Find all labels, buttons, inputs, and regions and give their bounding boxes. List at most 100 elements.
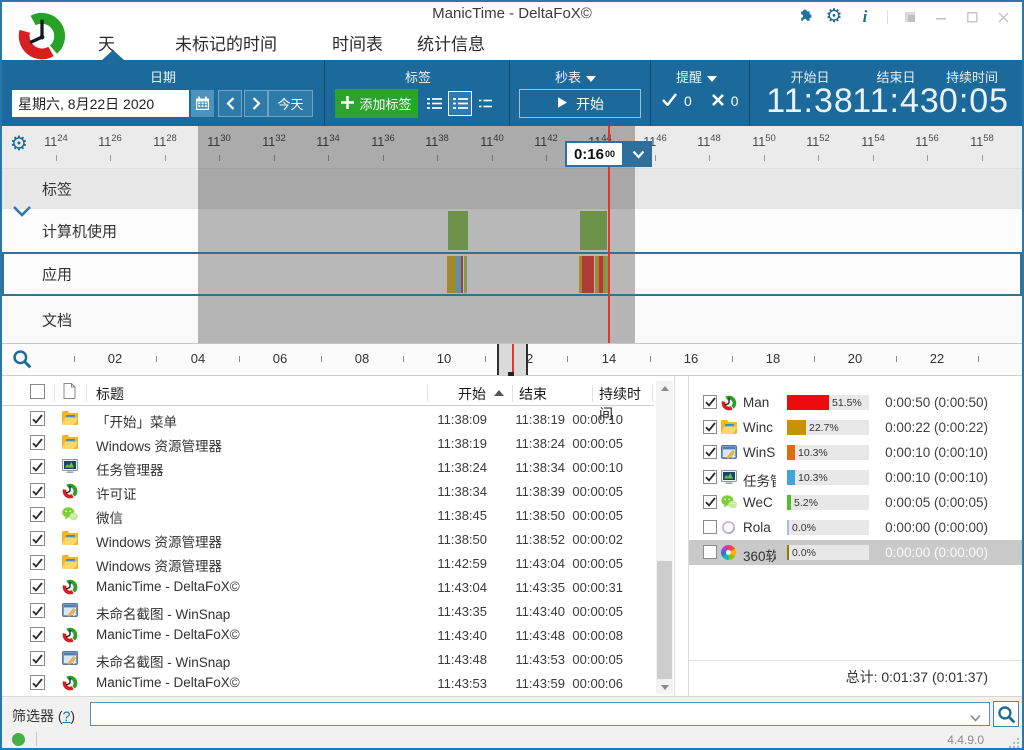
table-row[interactable]: 未命名截图 - WinSnap11:43:3511:43:4000:00:05 [2, 599, 654, 623]
row-checkbox[interactable] [30, 483, 45, 498]
column-header-start[interactable]: 开始 [458, 384, 486, 404]
stopwatch-start-button[interactable]: 开始 [519, 89, 641, 118]
add-tag-button[interactable]: 添加标签 [335, 89, 418, 118]
app-checkbox[interactable] [703, 545, 717, 559]
table-scrollbar[interactable] [656, 381, 673, 694]
tags-expander-chevron-icon[interactable] [12, 204, 32, 222]
row-checkbox[interactable] [30, 459, 45, 474]
app-checkbox[interactable] [703, 495, 717, 509]
tab-untagged-time[interactable]: 未标记的时间 [175, 30, 277, 55]
settings-gear-icon[interactable]: ⚙ [823, 8, 845, 26]
view-compact-button[interactable] [475, 91, 495, 116]
app-stat-row[interactable]: WeC5.2%0:00:05 (0:00:05) [689, 490, 1022, 515]
app-checkbox[interactable] [703, 520, 717, 534]
app-duration: 0:00:22 (0:00:22) [885, 420, 988, 435]
app-stat-row[interactable]: WinS10.3%0:00:10 (0:00:10) [689, 440, 1022, 465]
table-row[interactable]: 未命名截图 - WinSnap11:43:4811:43:5300:00:05 [2, 647, 654, 671]
table-row[interactable]: Windows 资源管理器11:42:5911:43:0400:00:05 [2, 551, 654, 575]
info-icon[interactable]: i [854, 8, 876, 26]
app-stat-row[interactable]: 360软0.0%0:00:00 (0:00:00) [689, 540, 1022, 565]
table-row[interactable]: Windows 资源管理器11:38:5011:38:5200:00:02 [2, 527, 654, 551]
table-row[interactable]: ManicTime - DeltaFoX©11:43:0411:43:3500:… [2, 575, 654, 599]
wechat-icon [62, 507, 79, 523]
resize-grip[interactable] [1008, 735, 1020, 747]
scrollbar-down-arrow[interactable] [656, 680, 673, 694]
status-bar: 4.4.9.0 [2, 730, 1022, 748]
computer-usage-bar[interactable] [580, 211, 607, 250]
row-checkbox[interactable] [30, 555, 45, 570]
column-header-end[interactable]: 结束 [519, 384, 547, 404]
row-checkbox[interactable] [30, 627, 45, 642]
table-row[interactable]: 任务管理器11:38:2411:38:3400:00:10 [2, 455, 654, 479]
date-input[interactable] [12, 90, 189, 117]
table-row[interactable]: ManicTime - DeltaFoX©11:43:5311:43:5900:… [2, 671, 654, 695]
row-end-time: 11:43:59 [515, 676, 565, 691]
row-checkbox[interactable] [30, 651, 45, 666]
compact-mode-button[interactable] [899, 8, 921, 26]
filter-input[interactable] [90, 702, 990, 726]
table-row[interactable]: ManicTime - DeltaFoX©11:43:4011:43:4800:… [2, 623, 654, 647]
check-icon[interactable] [662, 93, 677, 109]
filter-dropdown-chevron-icon[interactable] [970, 709, 981, 727]
row-checkbox[interactable] [30, 675, 45, 690]
day-duration-value: 0:05 [939, 82, 1009, 121]
today-button[interactable]: 今天 [268, 90, 313, 117]
app-stat-row[interactable]: Man51.5%0:00:50 (0:00:50) [689, 390, 1022, 415]
app-percent-bar: 10.3% [787, 470, 869, 485]
tooltip-dropdown-button[interactable] [624, 141, 652, 167]
app-stat-row[interactable]: Winc22.7%0:00:22 (0:00:22) [689, 415, 1022, 440]
select-all-checkbox[interactable] [30, 384, 45, 399]
app-checkbox[interactable] [703, 470, 717, 484]
row-checkbox[interactable] [30, 507, 45, 522]
table-row[interactable]: Windows 资源管理器11:38:1911:38:2400:00:05 [2, 431, 654, 455]
tab-statistics[interactable]: 统计信息 [417, 30, 485, 55]
explorer-icon [62, 531, 79, 547]
previous-day-button[interactable] [218, 90, 242, 117]
scrollbar-up-arrow[interactable] [656, 381, 673, 395]
app-checkbox[interactable] [703, 395, 717, 409]
timeline-tick-label: 1128 [153, 133, 177, 149]
app-percent-label: 51.5% [832, 397, 862, 409]
table-row[interactable]: 「开始」菜单11:38:0911:38:1900:00:10 [2, 407, 654, 431]
app-checkbox[interactable] [703, 420, 717, 434]
cross-icon[interactable] [712, 93, 724, 109]
manictime-icon [721, 395, 737, 410]
stopwatch-section-label[interactable]: 秒表 [555, 67, 596, 86]
filter-search-button[interactable] [993, 701, 1019, 727]
app-name: WeC [743, 495, 776, 510]
minimize-button[interactable] [930, 8, 952, 26]
app-checkbox[interactable] [703, 445, 717, 459]
row-checkbox[interactable] [30, 603, 45, 618]
app-percent-fill [787, 520, 789, 535]
column-header-title[interactable]: 标题 [96, 384, 124, 404]
view-list-button[interactable] [423, 91, 445, 116]
zoom-search-icon[interactable] [12, 349, 32, 374]
close-button[interactable] [992, 8, 1014, 26]
plugin-icon[interactable] [792, 8, 814, 26]
sort-ascending-icon [494, 390, 504, 396]
plus-icon [341, 96, 354, 112]
maximize-button[interactable] [961, 8, 983, 26]
tab-timesheet[interactable]: 时间表 [332, 30, 383, 55]
overview-viewport[interactable] [497, 344, 528, 375]
document-column-icon[interactable] [63, 383, 76, 402]
row-checkbox[interactable] [30, 579, 45, 594]
explorer-icon [62, 435, 79, 451]
row-checkbox[interactable] [30, 411, 45, 426]
row-checkbox[interactable] [30, 435, 45, 450]
computer-usage-bar[interactable] [448, 211, 468, 250]
row-checkbox[interactable] [30, 531, 45, 546]
reminder-section-label[interactable]: 提醒 [676, 67, 717, 86]
table-row[interactable]: 微信11:38:4511:38:5000:00:05 [2, 503, 654, 527]
overview-hour-label: 22 [930, 351, 944, 366]
timeline-settings-gear-icon[interactable]: ⚙ [10, 131, 28, 156]
app-stat-row[interactable]: Rola0.0%0:00:00 (0:00:00) [689, 515, 1022, 540]
row-duration: 00:00:02 [572, 532, 623, 547]
view-detailed-list-button[interactable] [448, 91, 472, 116]
next-day-button[interactable] [244, 90, 268, 117]
day-overview-strip[interactable]: 0204060810121416182022 [2, 344, 1022, 376]
app-stat-row[interactable]: 任务管10.3%0:00:10 (0:00:10) [689, 465, 1022, 490]
table-row[interactable]: 许可证11:38:3411:38:3900:00:05 [2, 479, 654, 503]
calendar-button[interactable] [191, 90, 214, 117]
scrollbar-thumb[interactable] [657, 561, 672, 679]
